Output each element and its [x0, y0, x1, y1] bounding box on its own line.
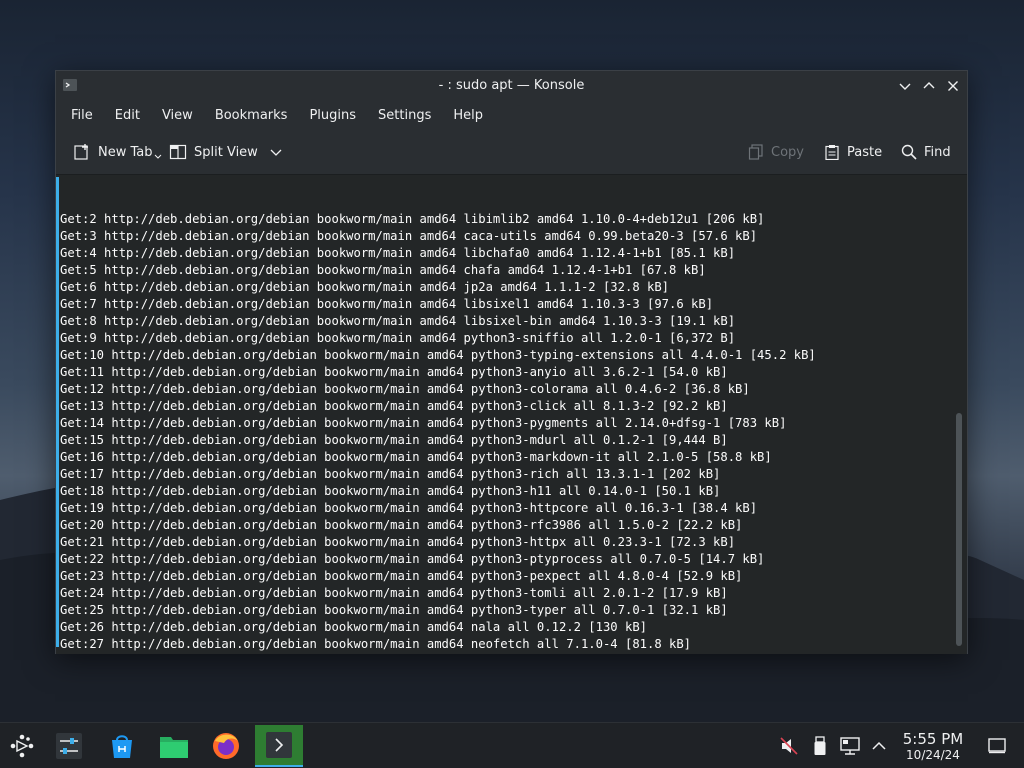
menu-settings[interactable]: Settings: [367, 108, 442, 123]
copy-label: Copy: [771, 144, 804, 160]
dropdown-arrow-icon: [154, 154, 161, 159]
discover-store-icon: [112, 735, 132, 758]
application-launcher-button[interactable]: [1, 725, 43, 767]
terminal-view[interactable]: Get:2 http://deb.debian.org/debian bookw…: [56, 175, 967, 654]
terminal-line: Get:28 http://deb.debian.org/debian book…: [60, 653, 951, 654]
network-button[interactable]: [840, 736, 860, 756]
terminal-line: Get:2 http://deb.debian.org/debian bookw…: [60, 212, 765, 226]
terminal-line: Get:17 http://deb.debian.org/debian book…: [60, 467, 721, 481]
terminal-line: Get:3 http://deb.debian.org/debian bookw…: [60, 229, 758, 243]
digital-clock[interactable]: 5:55 PM 10/24/24: [893, 730, 973, 762]
application-launcher-icon: [10, 734, 34, 758]
copy-icon: [748, 144, 763, 160]
copy-button[interactable]: Copy: [748, 141, 804, 163]
terminal-line: Get:26 http://deb.debian.org/debian book…: [60, 620, 647, 634]
system-settings-icon: [56, 733, 82, 759]
chevron-down-icon: [899, 83, 911, 90]
volume-button[interactable]: [779, 736, 799, 756]
terminal-line: Get:23 http://deb.debian.org/debian book…: [60, 569, 743, 583]
chevron-up-icon: [923, 82, 935, 89]
find-button[interactable]: Find: [901, 141, 951, 163]
terminal-line: Get:7 http://deb.debian.org/debian bookw…: [60, 297, 714, 311]
show-desktop-button[interactable]: [987, 736, 1007, 756]
close-icon: [948, 81, 958, 91]
terminal-line: Get:15 http://deb.debian.org/debian book…: [60, 433, 728, 447]
paste-button[interactable]: Paste: [824, 141, 882, 163]
terminal-output: Get:2 http://deb.debian.org/debian bookw…: [60, 177, 951, 654]
tray-expander-button[interactable]: [869, 736, 889, 756]
terminal-line: Get:13 http://deb.debian.org/debian book…: [60, 399, 728, 413]
split-view-label: Split View: [194, 144, 258, 160]
firefox-task[interactable]: [205, 725, 247, 767]
menu-edit[interactable]: Edit: [104, 108, 151, 123]
menu-bookmarks[interactable]: Bookmarks: [204, 108, 299, 123]
window-title: - : sudo apt — Konsole: [438, 78, 585, 93]
new-tab-button[interactable]: New Tab: [73, 141, 169, 163]
paste-label: Paste: [847, 144, 883, 160]
split-view-icon: [169, 144, 187, 160]
terminal-line: Get:8 http://deb.debian.org/debian bookw…: [60, 314, 736, 328]
menu-bar: File Edit View Bookmarks Plugins Setting…: [56, 101, 967, 129]
dolphin-files-icon: [160, 737, 188, 758]
terminal-line: Get:4 http://deb.debian.org/debian bookw…: [60, 246, 736, 260]
terminal-line: Get:6 http://deb.debian.org/debian bookw…: [60, 280, 670, 294]
clock-time: 5:55 PM: [902, 730, 964, 748]
terminal-line: Get:9 http://deb.debian.org/debian bookw…: [60, 331, 736, 345]
discover-store-task[interactable]: [101, 725, 143, 767]
terminal-line: Get:12 http://deb.debian.org/debian book…: [60, 382, 750, 396]
minimize-button[interactable]: [896, 77, 914, 95]
chevron-down-icon: [270, 149, 282, 156]
menu-view[interactable]: View: [151, 108, 204, 123]
terminal-line: Get:22 http://deb.debian.org/debian book…: [60, 552, 765, 566]
terminal-line: Get:11 http://deb.debian.org/debian book…: [60, 365, 728, 379]
scrollbar-thumb[interactable]: [956, 413, 962, 646]
terminal-line: Get:27 http://deb.debian.org/debian book…: [60, 637, 692, 651]
terminal-scrollbar[interactable]: [954, 175, 964, 654]
split-view-button[interactable]: Split View: [169, 141, 289, 163]
firefox-icon: [213, 733, 239, 759]
terminal-line: Get:25 http://deb.debian.org/debian book…: [60, 603, 728, 617]
dolphin-files-task[interactable]: [153, 725, 195, 767]
terminal-line: Get:14 http://deb.debian.org/debian book…: [60, 416, 787, 430]
search-icon: [901, 144, 917, 160]
terminal-line: Get:5 http://deb.debian.org/debian bookw…: [60, 263, 706, 277]
show-desktop-icon: [988, 738, 1006, 754]
network-icon: [840, 737, 860, 755]
terminal-line: Get:24 http://deb.debian.org/debian book…: [60, 586, 728, 600]
paste-icon: [825, 145, 839, 160]
taskbar: 5:55 PM 10/24/24: [0, 722, 1024, 768]
konsole-window[interactable]: - : sudo apt — Konsole File Edit View Bo…: [55, 70, 968, 654]
konsole-terminal-icon: [266, 732, 292, 758]
new-tab-icon: [74, 144, 88, 160]
system-settings-task[interactable]: [48, 725, 90, 767]
terminal-line: Get:19 http://deb.debian.org/debian book…: [60, 501, 758, 515]
disks-devices-button[interactable]: [810, 736, 830, 756]
terminal-line: Get:20 http://deb.debian.org/debian book…: [60, 518, 743, 532]
clock-date: 10/24/24: [906, 748, 960, 762]
main-toolbar: New Tab Split View Copy Paste Find: [56, 129, 967, 175]
menu-file[interactable]: File: [60, 108, 104, 123]
close-button[interactable]: [944, 77, 962, 95]
terminal-line: Get:18 http://deb.debian.org/debian book…: [60, 484, 721, 498]
title-bar[interactable]: - : sudo apt — Konsole: [56, 71, 967, 101]
new-tab-label: New Tab: [98, 144, 153, 160]
terminal-line: Get:16 http://deb.debian.org/debian book…: [60, 450, 772, 464]
find-label: Find: [924, 144, 951, 160]
menu-plugins[interactable]: Plugins: [298, 108, 367, 123]
maximize-button[interactable]: [920, 77, 938, 95]
chevron-up-icon: [872, 741, 886, 750]
terminal-line: Get:21 http://deb.debian.org/debian book…: [60, 535, 736, 549]
terminal-line: Get:10 http://deb.debian.org/debian book…: [60, 348, 816, 362]
menu-help[interactable]: Help: [442, 108, 494, 123]
volume-muted-icon: [780, 737, 798, 755]
konsole-task[interactable]: [255, 725, 303, 767]
usb-drive-icon: [814, 736, 826, 755]
active-session-marker: [56, 177, 59, 647]
